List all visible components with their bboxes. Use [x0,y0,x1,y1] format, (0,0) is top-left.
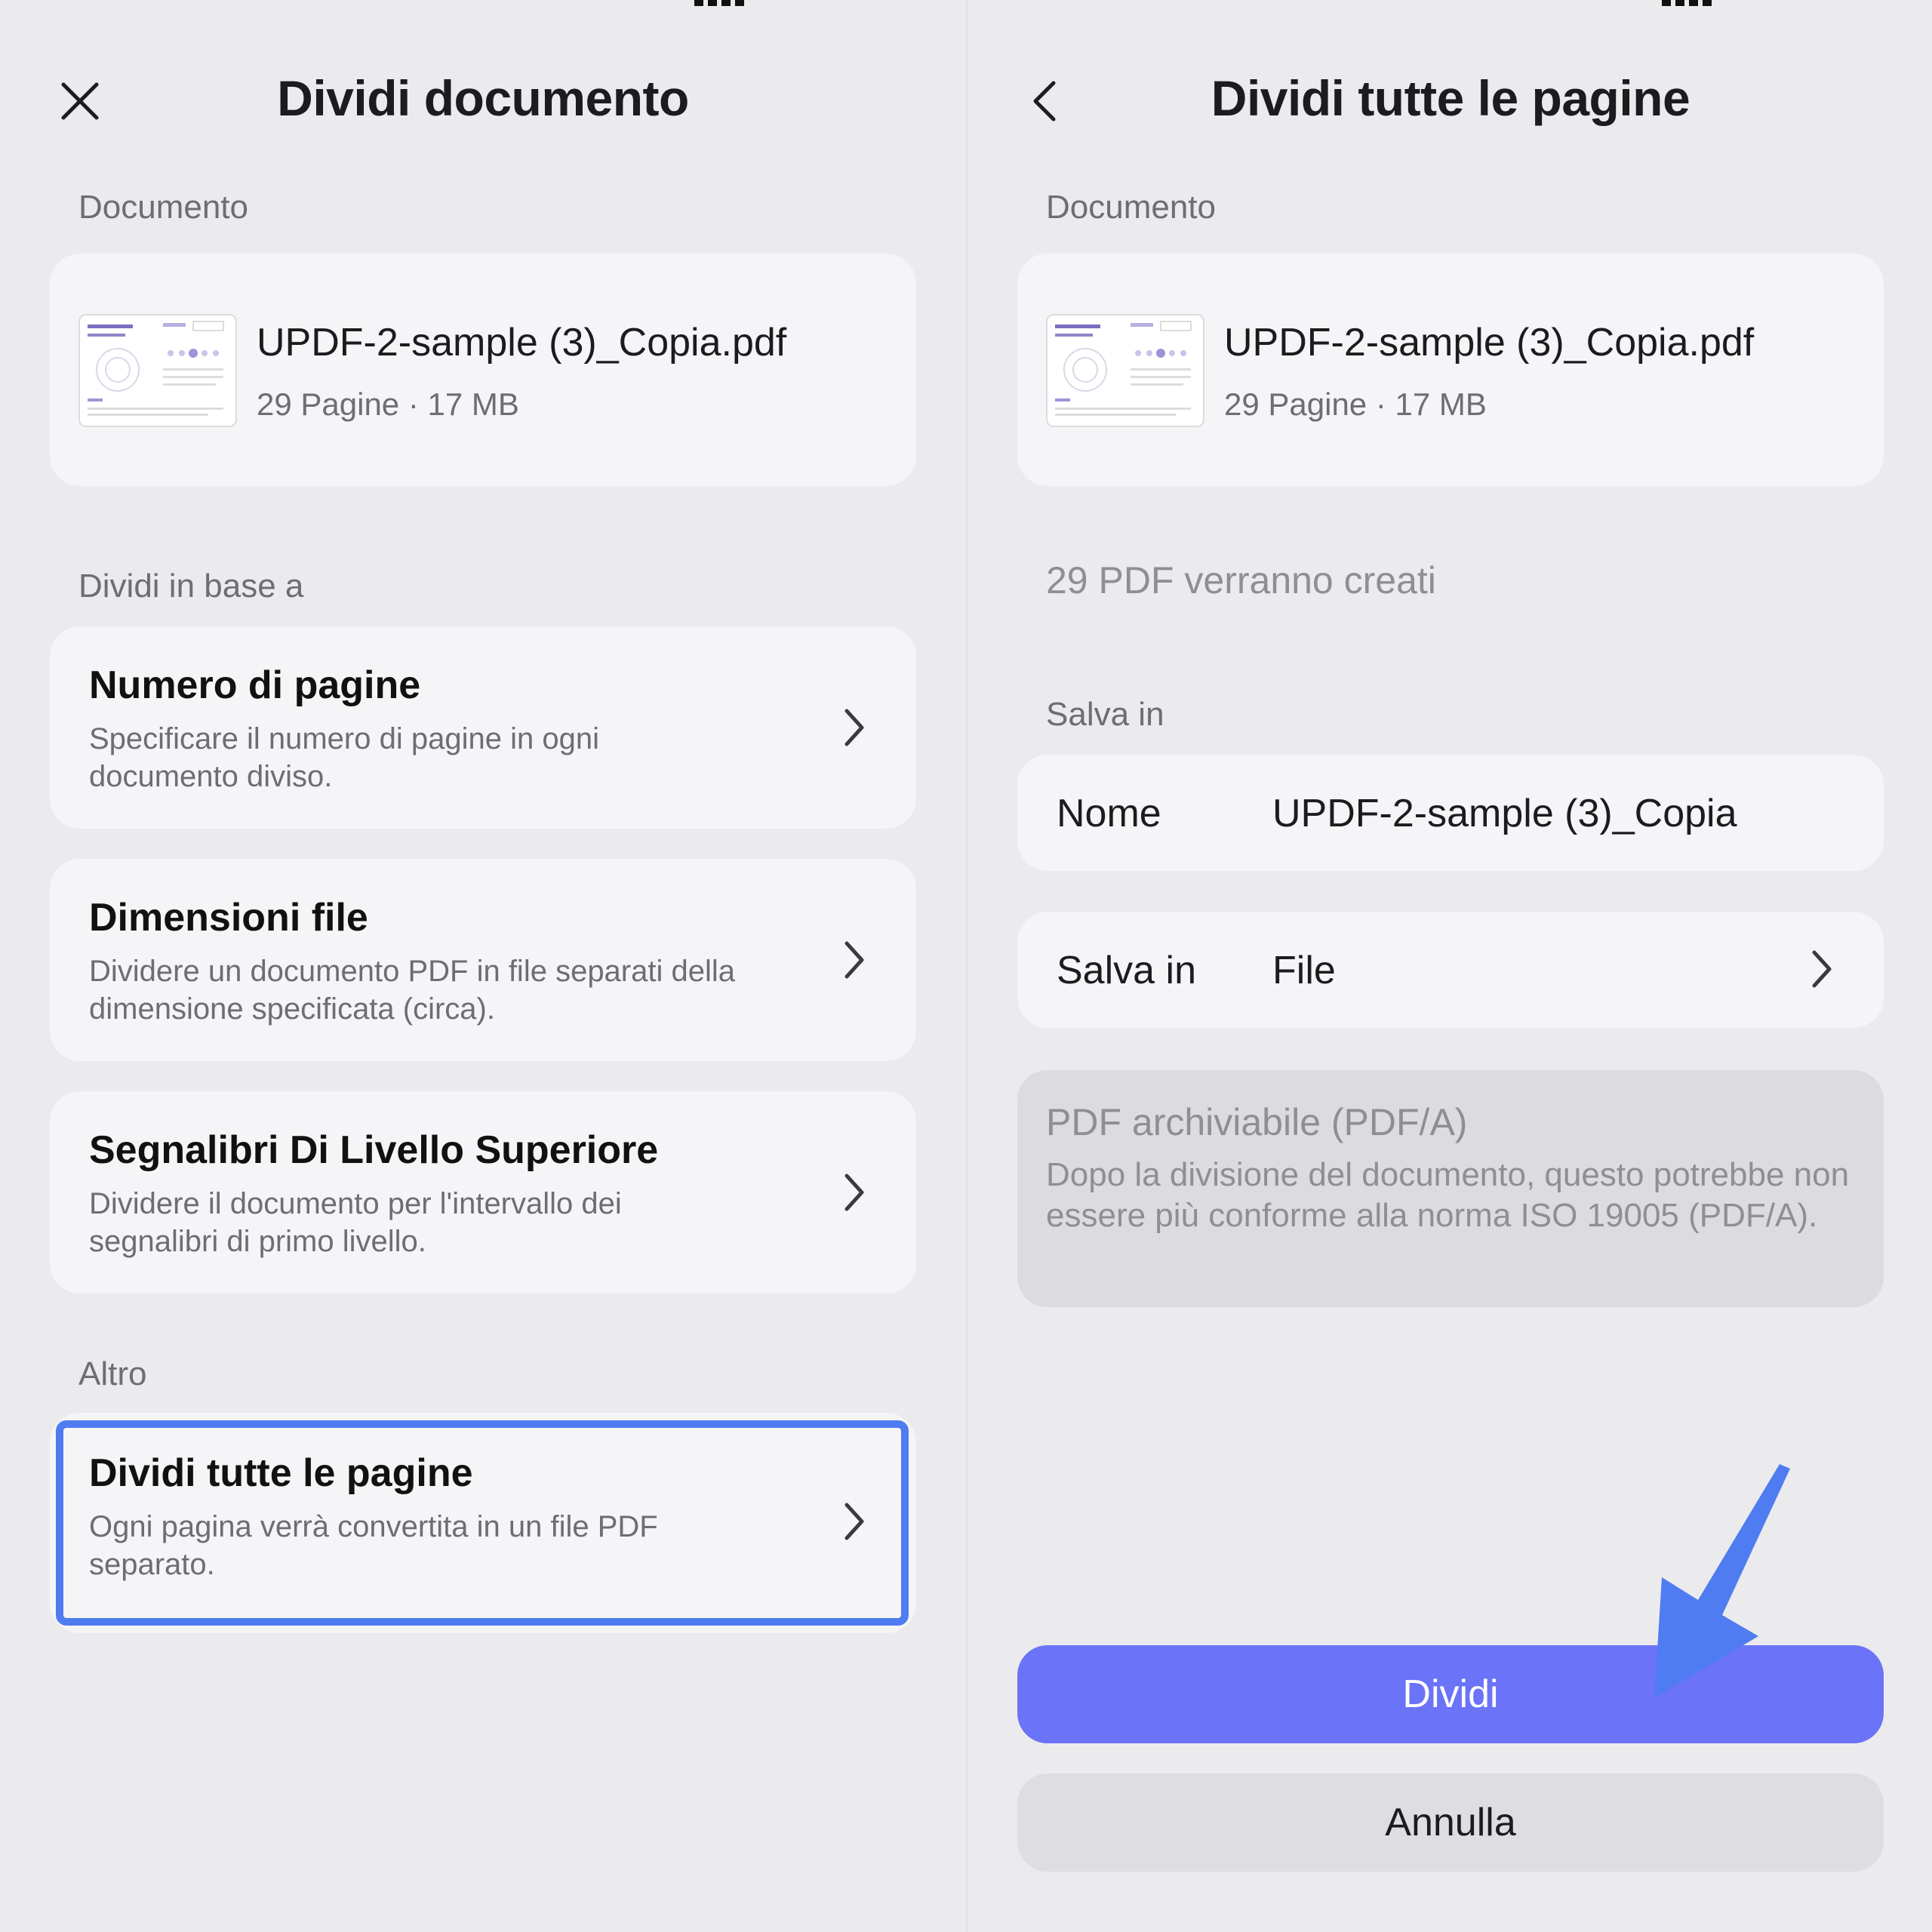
chevron-right-icon [844,709,864,746]
document-meta: 29 Pagine · 17 MB [257,386,519,422]
save-location-row[interactable]: Salva in File [1017,912,1884,1028]
status-bar-time [1066,0,1186,8]
status-bar-indicators [694,0,891,8]
cancel-button[interactable]: Annulla [1017,1774,1884,1872]
option-description: Dividere un documento PDF in file separa… [89,955,735,1026]
chevron-right-icon [844,941,864,979]
name-label: Nome [1057,792,1161,835]
option-description: Dividere il documento per l'intervallo d… [89,1187,622,1258]
chevron-right-icon [1812,950,1832,988]
option-title: Segnalibri Di Livello Superiore [89,1128,659,1172]
option-split-all-pages[interactable]: Dividi tutte le pagine Ogni pagina verrà… [50,1413,916,1633]
status-bar-indicators [1662,0,1858,8]
page-title: Dividi documento [277,70,689,126]
name-row[interactable]: Nome UPDF-2-sample (3)_Copia [1017,755,1884,871]
other-label: Altro [78,1355,147,1392]
document-card: UPDF-2-sample (3)_Copia.pdf 29 Pagine · … [1017,254,1884,486]
status-bar-time [98,0,219,8]
save-section-label: Salva in [1046,696,1164,733]
chevron-right-icon [844,1503,864,1540]
option-title: Numero di pagine [89,663,421,707]
pdfa-notice: PDF archiviabile (PDF/A) Dopo la divisio… [1017,1070,1884,1307]
option-description: Specificare il numero di pagine in ogni … [89,722,599,793]
split-all-pages-screen: Dividi tutte le pagine Documento UPDF-2-… [966,0,1932,1932]
pdfa-description: Dopo la divisione del documento, questo … [1046,1156,1850,1234]
page-title: Dividi tutte le pagine [1211,70,1690,126]
chevron-right-icon [844,1174,864,1211]
name-value[interactable]: UPDF-2-sample (3)_Copia [1272,791,1737,836]
document-section-label: Documento [78,189,249,226]
signal-icon [1662,0,1712,6]
option-title: Dividi tutte le pagine [89,1451,473,1495]
document-section-label: Documento [1046,189,1217,226]
document-meta: 29 Pagine · 17 MB [1224,386,1487,422]
pdf-count-text: 29 PDF verranno creati [1046,559,1436,601]
document-card: UPDF-2-sample (3)_Copia.pdf 29 Pagine · … [50,254,916,486]
signal-icon [694,0,744,6]
pdf-thumbnail [1046,314,1204,427]
option-title: Dimensioni file [89,896,368,940]
split-by-label: Dividi in base a [78,568,304,605]
save-location-label: Salva in [1057,949,1196,992]
option-top-bookmarks[interactable]: Segnalibri Di Livello Superiore Dividere… [50,1091,916,1294]
document-name: UPDF-2-sample (3)_Copia.pdf [257,321,787,365]
option-file-size[interactable]: Dimensioni file Dividere un documento PD… [50,859,916,1061]
pdfa-title: PDF archiviabile (PDF/A) [1046,1101,1468,1143]
split-button[interactable]: Dividi [1017,1645,1884,1743]
split-document-screen: Dividi documento Documento UPDF-2-sample… [0,0,966,1932]
option-page-count[interactable]: Numero di pagine Specificare il numero d… [50,626,916,829]
option-description: Ogni pagina verrà convertita in un file … [89,1510,658,1581]
pdf-thumbnail [78,314,237,427]
document-name: UPDF-2-sample (3)_Copia.pdf [1224,321,1755,365]
save-location-value: File [1272,949,1336,992]
